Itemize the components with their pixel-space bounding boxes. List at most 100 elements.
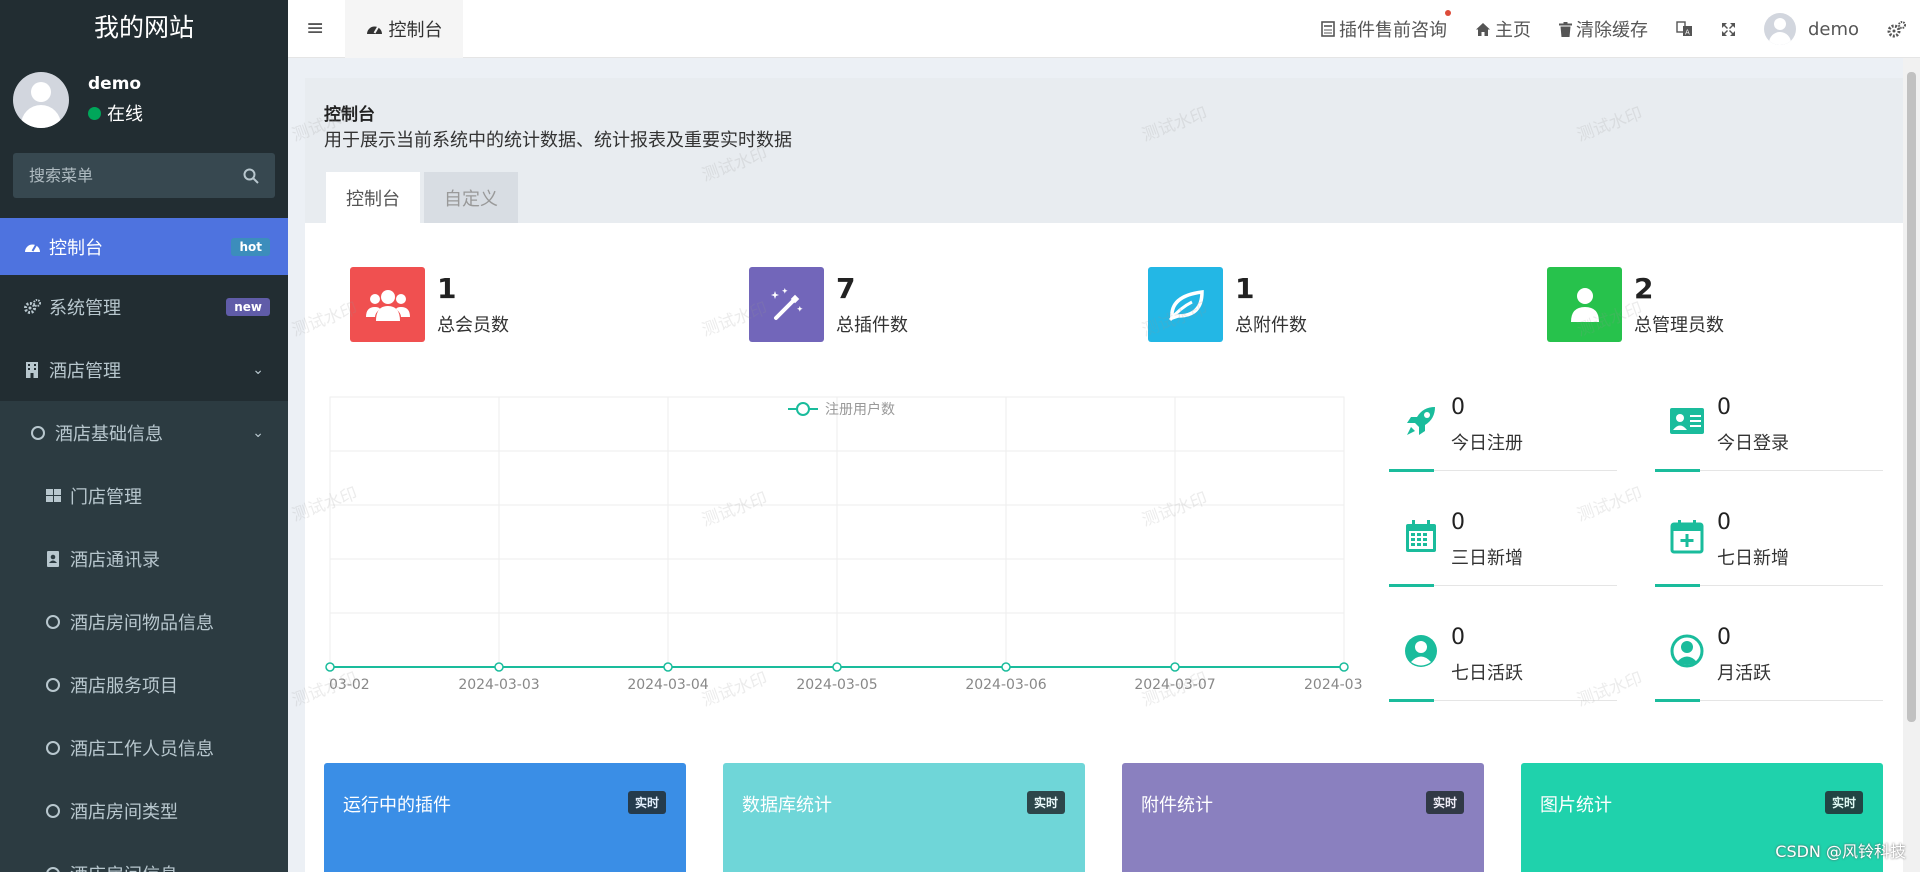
stat-admins[interactable]: 2 总管理员数 bbox=[1547, 267, 1724, 342]
menu-search-input[interactable] bbox=[29, 166, 243, 185]
card-running-plugins[interactable]: 运行中的插件 实时 bbox=[324, 763, 686, 872]
search-icon[interactable] bbox=[243, 168, 259, 184]
gears-icon bbox=[22, 298, 42, 315]
tab-custom[interactable]: 自定义 bbox=[424, 172, 518, 223]
sidebar-item-store[interactable]: 门店管理 bbox=[0, 464, 288, 527]
translate-button[interactable]: A bbox=[1662, 0, 1707, 58]
rocket-icon bbox=[1407, 407, 1435, 435]
sidebar-item-label: 酒店管理 bbox=[49, 360, 121, 382]
sidebar-item-staff[interactable]: 酒店工作人员信息 bbox=[0, 716, 288, 779]
sidebar-menu: 控制台 hot 系统管理 new 酒店管理 ⌄ 酒店基础信息 ⌄ 门店管理 酒店… bbox=[0, 218, 288, 872]
sidebar-item-label: 酒店房间类型 bbox=[70, 801, 178, 823]
mini-stat-label: 月活跃 bbox=[1717, 663, 1771, 684]
consult-link[interactable]: 插件售前咨询 bbox=[1307, 0, 1461, 58]
sidebar-item-rooms[interactable]: 酒店房间信息 bbox=[0, 842, 288, 872]
fullscreen-button[interactable] bbox=[1707, 0, 1750, 58]
user-circle-icon bbox=[1405, 635, 1437, 667]
users-icon bbox=[350, 267, 425, 342]
sidebar-item-hotel-basic[interactable]: 酒店基础信息 ⌄ bbox=[0, 401, 288, 464]
tab-label: 控制台 bbox=[388, 20, 443, 41]
csdn-watermark: CSDN @风铃科技 bbox=[1775, 842, 1906, 861]
legend-marker bbox=[796, 402, 810, 416]
data-point bbox=[325, 662, 335, 672]
svg-text:A: A bbox=[1685, 29, 1690, 37]
sidebar-item-dashboard[interactable]: 控制台 hot bbox=[0, 218, 288, 275]
mini-stat-value: 0 bbox=[1717, 625, 1731, 650]
mini-stat-label: 今日登录 bbox=[1717, 433, 1789, 454]
scrollbar-thumb[interactable] bbox=[1907, 72, 1916, 722]
mini-stat-value: 0 bbox=[1717, 510, 1731, 535]
circle-icon bbox=[43, 740, 63, 755]
mini-stat-three-day-new: 0 三日新增 bbox=[1389, 510, 1617, 600]
settings-button[interactable] bbox=[1873, 0, 1920, 58]
mini-stat-seven-day-active: 0 七日活跃 bbox=[1389, 625, 1617, 715]
x-tick-label: 2024-03-03 bbox=[458, 677, 539, 693]
dashboard-icon bbox=[366, 26, 382, 34]
user-status: 在线 bbox=[88, 100, 143, 126]
trash-icon bbox=[1558, 21, 1572, 37]
card-attachment-stats[interactable]: 附件统计 实时 bbox=[1122, 763, 1484, 872]
gears-icon bbox=[1887, 20, 1906, 37]
chevron-down-icon: ⌄ bbox=[252, 361, 264, 378]
sidebar-item-room-types[interactable]: 酒店房间类型 bbox=[0, 779, 288, 842]
stat-attachments[interactable]: 1 总附件数 bbox=[1148, 267, 1307, 342]
sidebar-item-hotel[interactable]: 酒店管理 ⌄ bbox=[0, 338, 288, 401]
clear-cache-link[interactable]: 清除缓存 bbox=[1545, 0, 1662, 58]
username: demo bbox=[1807, 18, 1859, 40]
page-description: 用于展示当前系统中的统计数据、统计报表及重要实时数据 bbox=[324, 130, 792, 151]
page-header: 控制台 用于展示当前系统中的统计数据、统计报表及重要实时数据 控制台 自定义 bbox=[305, 78, 1903, 223]
stat-members[interactable]: 1 总会员数 bbox=[350, 267, 509, 342]
sidebar-item-services[interactable]: 酒店服务项目 bbox=[0, 653, 288, 716]
user-menu[interactable]: demo bbox=[1750, 0, 1873, 58]
translate-icon: A bbox=[1676, 21, 1692, 37]
circle-icon bbox=[43, 614, 63, 629]
sidebar: 我的网站 demo 在线 控制台 hot 系统管理 new bbox=[0, 0, 288, 872]
sidebar-item-label: 系统管理 bbox=[49, 297, 121, 319]
card-database-stats[interactable]: 数据库统计 实时 bbox=[723, 763, 1085, 872]
dashboard-icon bbox=[22, 240, 42, 254]
mini-stat-value: 0 bbox=[1451, 395, 1465, 420]
sidebar-item-contacts[interactable]: 酒店通讯录 bbox=[0, 527, 288, 590]
sidebar-item-room-items[interactable]: 酒店房间物品信息 bbox=[0, 590, 288, 653]
stat-value: 1 bbox=[1235, 272, 1255, 305]
user-avatar bbox=[1763, 13, 1796, 45]
hot-badge: hot bbox=[231, 237, 270, 256]
sidebar-item-label: 酒店房间信息 bbox=[70, 861, 178, 872]
home-link[interactable]: 主页 bbox=[1461, 0, 1545, 58]
data-point bbox=[1001, 662, 1011, 672]
mini-stat-monthly-active: 0 月活跃 bbox=[1655, 625, 1883, 715]
magic-wand-icon bbox=[749, 267, 824, 342]
page-scrollbar[interactable] bbox=[1903, 58, 1920, 872]
x-tick-label: 2024-03-07 bbox=[1134, 677, 1215, 693]
page-title: 控制台 bbox=[324, 105, 375, 125]
user-name: demo bbox=[88, 74, 142, 94]
sidebar-item-label: 控制台 bbox=[49, 237, 103, 259]
card-title: 图片统计 bbox=[1540, 795, 1612, 816]
sidebar-item-label: 酒店基础信息 bbox=[55, 423, 163, 445]
data-point bbox=[663, 662, 673, 672]
sidebar-item-label: 门店管理 bbox=[70, 486, 142, 508]
building-icon bbox=[22, 361, 42, 378]
site-logo[interactable]: 我的网站 bbox=[0, 0, 288, 58]
menu-search bbox=[13, 153, 275, 198]
stat-plugins[interactable]: 7 总插件数 bbox=[749, 267, 908, 342]
dashboard-panel: 1 总会员数 7 总插件数 1 总附件数 2 总管理员数 03-02 2024-… bbox=[305, 223, 1903, 872]
mini-stat-label: 七日活跃 bbox=[1451, 663, 1523, 684]
stat-label: 总附件数 bbox=[1235, 315, 1307, 336]
mini-stat-today-register: 0 今日注册 bbox=[1389, 395, 1617, 485]
stat-value: 2 bbox=[1634, 272, 1654, 305]
menu-toggle-icon[interactable]: ≡ bbox=[306, 16, 324, 41]
realtime-badge: 实时 bbox=[1824, 791, 1863, 814]
stat-label: 总会员数 bbox=[437, 315, 509, 336]
tab-dashboard[interactable]: 控制台 bbox=[345, 0, 463, 58]
sidebar-item-label: 酒店工作人员信息 bbox=[70, 738, 214, 760]
sidebar-item-system[interactable]: 系统管理 new bbox=[0, 275, 288, 338]
mini-stat-label: 七日新增 bbox=[1717, 548, 1789, 569]
tab-dashboard-view[interactable]: 控制台 bbox=[326, 172, 420, 223]
address-book-icon bbox=[43, 550, 63, 567]
x-tick-label: 03-02 bbox=[329, 677, 370, 693]
leaf-icon bbox=[1148, 267, 1223, 342]
navbar-right: 插件售前咨询 主页 清除缓存 A demo bbox=[1307, 0, 1920, 58]
page-tabs: 控制台 自定义 bbox=[326, 172, 518, 223]
mini-stat-today-login: 0 今日登录 bbox=[1655, 395, 1883, 485]
